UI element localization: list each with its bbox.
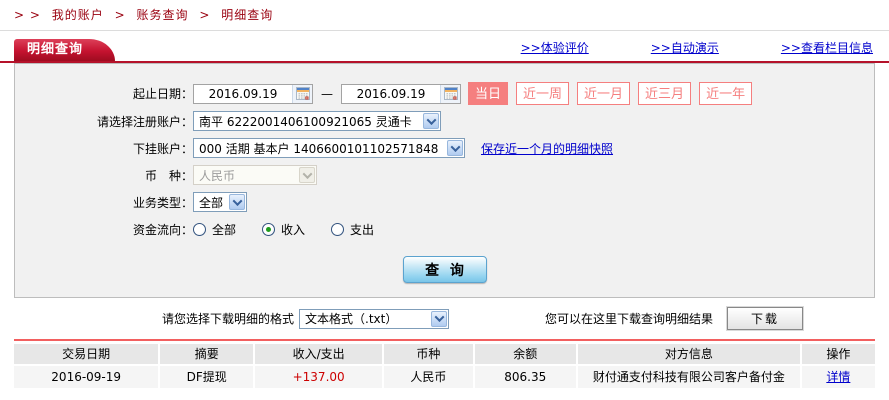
dropdown-arrow-icon — [423, 113, 439, 129]
header-summary: 摘要 — [160, 344, 255, 364]
quick-range-today-button[interactable]: 当日 — [468, 82, 508, 105]
sub-account-row: 下挂账户： 000 活期 基本户 1406600101102571848 保存近… — [15, 137, 874, 159]
download-format-value: 文本格式（.txt） — [305, 310, 397, 327]
cell-summary: DF提现 — [160, 366, 255, 388]
link-auto-demo[interactable]: >>自动演示 — [651, 39, 719, 56]
register-account-select[interactable]: 南平 6222001406100921065 灵通卡 — [193, 111, 441, 131]
detail-link[interactable]: 详情 — [826, 370, 850, 384]
currency-select: 人民币 — [193, 165, 317, 185]
link-view-column-info[interactable]: >>查看栏目信息 — [781, 39, 873, 56]
quick-range-buttons: 当日 近一周 近一月 近三月 近一年 — [468, 82, 760, 105]
download-row: 请您选择下载明细的格式 文本格式（.txt） 您可以在这里下载查询明细结果 下载 — [162, 307, 889, 330]
date-from-input[interactable]: 2016.09.19 — [193, 84, 313, 104]
business-type-label: 业务类型： — [15, 194, 193, 211]
breadcrumb-detail-query[interactable]: 明细查询 — [221, 8, 273, 22]
download-format-select[interactable]: 文本格式（.txt） — [299, 309, 449, 329]
register-account-row: 请选择注册账户： 南平 6222001406100921065 灵通卡 — [15, 110, 874, 132]
breadcrumb: > > 我的账户 > 账务查询 > 明细查询 — [0, 0, 889, 31]
header-action: 操作 — [802, 344, 875, 364]
tab-detail-query[interactable]: 明细查询 — [14, 39, 115, 61]
fund-flow-all-label: 全部 — [212, 221, 236, 238]
sub-account-select[interactable]: 000 活期 基本户 1406600101102571848 — [193, 138, 465, 158]
dropdown-arrow-icon — [229, 194, 245, 210]
cell-counterparty: 财付通支付科技有限公司客户备付金 — [578, 366, 802, 388]
quick-range-year-button[interactable]: 近一年 — [699, 82, 752, 105]
top-links: >>体验评价 >>自动演示 >>查看栏目信息 — [521, 39, 873, 56]
radio-icon[interactable] — [193, 223, 206, 236]
download-button[interactable]: 下载 — [727, 307, 803, 330]
currency-label: 币 种： — [15, 167, 193, 184]
calendar-icon[interactable] — [440, 85, 460, 103]
sub-account-label: 下挂账户： — [15, 140, 193, 157]
date-range-separator: — — [321, 87, 333, 101]
dropdown-arrow-icon — [299, 167, 315, 183]
result-table: 交易日期 摘要 收入/支出 币种 余额 对方信息 操作 2016-09-19 D… — [14, 339, 875, 388]
save-snapshot-link[interactable]: 保存近一个月的明细快照 — [481, 140, 613, 157]
breadcrumb-my-account[interactable]: 我的账户 — [52, 8, 104, 22]
table-header-row: 交易日期 摘要 收入/支出 币种 余额 对方信息 操作 — [14, 344, 875, 364]
cell-action: 详情 — [802, 366, 875, 388]
business-type-row: 业务类型： 全部 — [15, 191, 874, 213]
business-type-value: 全部 — [199, 194, 223, 211]
query-button[interactable]: 查 询 — [403, 256, 487, 283]
fund-flow-row: 资金流向： 全部 收入 支出 — [15, 218, 874, 240]
tab-bar: 明细查询 >>体验评价 >>自动演示 >>查看栏目信息 — [0, 39, 889, 63]
detail-query-page: > > 我的账户 > 账务查询 > 明细查询 明细查询 >>体验评价 >>自动演… — [0, 0, 889, 400]
header-balance: 余额 — [475, 344, 578, 364]
quick-range-week-button[interactable]: 近一周 — [516, 82, 569, 105]
date-range-label: 起止日期： — [15, 85, 193, 102]
fund-flow-label: 资金流向： — [15, 221, 193, 238]
table-row: 2016-09-19 DF提现 +137.00 人民币 806.35 财付通支付… — [14, 366, 875, 388]
currency-row: 币 种： 人民币 — [15, 164, 874, 186]
header-counterparty: 对方信息 — [578, 344, 802, 364]
header-trade-date: 交易日期 — [14, 344, 160, 364]
breadcrumb-account-query[interactable]: 账务查询 — [137, 8, 189, 22]
quick-range-month-button[interactable]: 近一月 — [577, 82, 630, 105]
link-experience-review[interactable]: >>体验评价 — [521, 39, 589, 56]
business-type-select[interactable]: 全部 — [193, 192, 247, 212]
breadcrumb-separator: > — [199, 8, 210, 22]
fund-flow-option-income[interactable]: 收入 — [262, 221, 305, 238]
register-account-label: 请选择注册账户： — [15, 113, 193, 130]
register-account-value: 南平 6222001406100921065 灵通卡 — [199, 113, 412, 130]
radio-checked-icon[interactable] — [262, 223, 275, 236]
currency-value: 人民币 — [199, 167, 235, 184]
header-currency: 币种 — [384, 344, 474, 364]
download-hint: 您可以在这里下载查询明细结果 — [545, 310, 713, 327]
fund-flow-income-label: 收入 — [281, 221, 305, 238]
breadcrumb-prefix: > > — [14, 8, 41, 22]
cell-trade-date: 2016-09-19 — [14, 366, 160, 388]
dropdown-arrow-icon — [431, 311, 447, 327]
dropdown-arrow-icon — [447, 140, 463, 156]
calendar-icon[interactable] — [292, 85, 312, 103]
query-form-panel: 起止日期： 2016.09.19 — [14, 63, 875, 298]
header-income-expense: 收入/支出 — [255, 344, 384, 364]
breadcrumb-separator: > — [115, 8, 126, 22]
date-range-row: 起止日期： 2016.09.19 — [15, 82, 874, 105]
fund-flow-option-expense[interactable]: 支出 — [331, 221, 374, 238]
fund-flow-option-all[interactable]: 全部 — [193, 221, 236, 238]
cell-amount: +137.00 — [255, 366, 384, 388]
date-to-value: 2016.09.19 — [342, 87, 440, 101]
download-format-label: 请您选择下载明细的格式 — [162, 310, 294, 327]
date-from-value: 2016.09.19 — [194, 87, 292, 101]
cell-currency: 人民币 — [384, 366, 474, 388]
quick-range-3months-button[interactable]: 近三月 — [638, 82, 691, 105]
radio-icon[interactable] — [331, 223, 344, 236]
date-to-input[interactable]: 2016.09.19 — [341, 84, 461, 104]
fund-flow-expense-label: 支出 — [350, 221, 374, 238]
sub-account-value: 000 活期 基本户 1406600101102571848 — [199, 140, 438, 157]
cell-balance: 806.35 — [475, 366, 578, 388]
